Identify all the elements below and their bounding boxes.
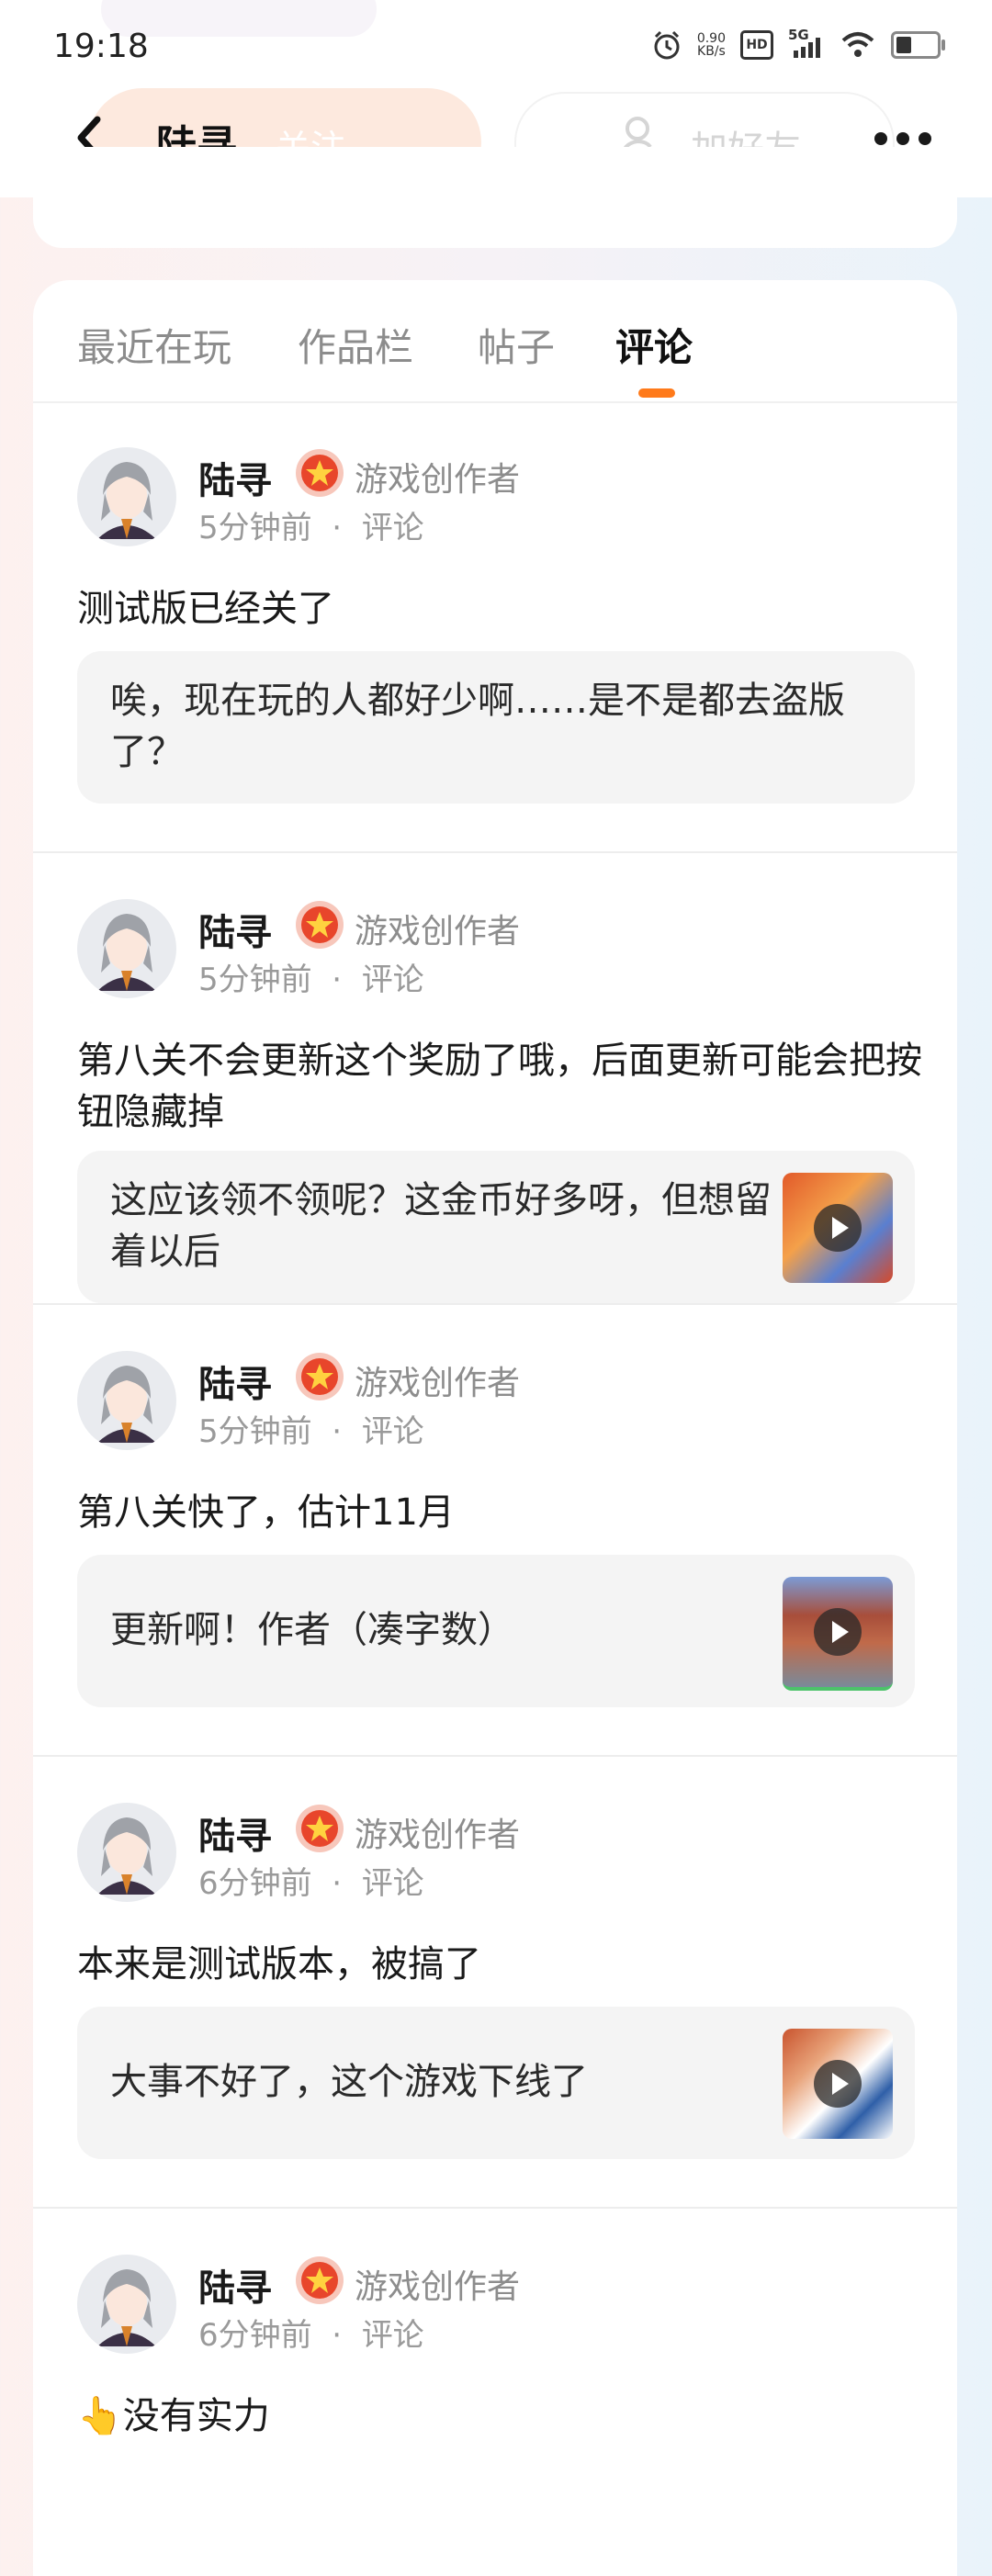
comment-author[interactable]: 陆寻 bbox=[198, 1355, 272, 1408]
comment-meta: 5分钟前 · 评论 bbox=[198, 1413, 424, 1450]
comment-item[interactable]: 陆寻 游戏创作者 6分钟前 · 评论 👆没有实力 bbox=[33, 2209, 957, 2576]
creator-badge-icon bbox=[296, 1805, 344, 1852]
wifi-icon bbox=[840, 30, 876, 60]
play-icon bbox=[814, 1204, 862, 1252]
hd-icon: HD bbox=[740, 30, 773, 60]
quoted-thumbnail[interactable] bbox=[783, 1577, 893, 1691]
avatar-image bbox=[77, 899, 176, 998]
quoted-text: 更新啊！作者（凑字数） bbox=[110, 1609, 514, 1651]
tab-comments[interactable]: 评论 bbox=[615, 317, 693, 373]
comment-meta: 5分钟前 · 评论 bbox=[198, 510, 424, 546]
quoted-text: 大事不好了，这个游戏下线了 bbox=[110, 2061, 588, 2103]
avatar-image bbox=[77, 1803, 176, 1902]
avatar-image bbox=[77, 447, 176, 546]
creator-badge-icon bbox=[296, 449, 344, 497]
more-button[interactable] bbox=[874, 129, 931, 149]
comment-item[interactable]: 陆寻 游戏创作者 5分钟前 · 评论 测试版已经关了 唉，现在玩的人都好少啊……… bbox=[33, 401, 957, 853]
quoted-text: 这应该领不领呢？这金币好多呀，但想留着以后 bbox=[110, 1179, 772, 1273]
comment-author[interactable]: 陆寻 bbox=[198, 451, 272, 504]
tab-works[interactable]: 作品栏 bbox=[298, 317, 413, 373]
comment-author[interactable]: 陆寻 bbox=[198, 903, 272, 956]
tab-posts[interactable]: 帖子 bbox=[478, 317, 555, 373]
comment-role: 游戏创作者 bbox=[355, 2268, 521, 2306]
comment-role: 游戏创作者 bbox=[355, 1365, 521, 1402]
quoted-thumbnail[interactable] bbox=[783, 2029, 893, 2139]
tab-bar: 最近在玩 作品栏 帖子 评论 bbox=[33, 280, 957, 403]
signal-icon: 5G bbox=[788, 27, 825, 60]
avatar-image bbox=[77, 1351, 176, 1450]
avatar[interactable] bbox=[77, 447, 176, 546]
comment-text: 第八关不会更新这个奖励了哦，后面更新可能会把按钮隐藏掉 bbox=[77, 1040, 922, 1133]
comment-item[interactable]: 陆寻 游戏创作者 6分钟前 · 评论 本来是测试版本，被搞了 大事不好了，这个游… bbox=[33, 1757, 957, 2209]
avatar[interactable] bbox=[77, 899, 176, 998]
play-icon bbox=[814, 1608, 862, 1656]
quoted-post[interactable]: 唉，现在玩的人都好少啊……是不是都去盗版了？ bbox=[77, 651, 915, 804]
comment-role: 游戏创作者 bbox=[355, 913, 521, 951]
quoted-post[interactable]: 大事不好了，这个游戏下线了 bbox=[77, 2007, 915, 2159]
comment-author[interactable]: 陆寻 bbox=[198, 2258, 272, 2312]
battery-icon bbox=[891, 31, 945, 59]
comment-author[interactable]: 陆寻 bbox=[198, 1806, 272, 1860]
status-icons: 0.90 KB/s HD 5G bbox=[651, 27, 945, 61]
comment-meta: 6分钟前 · 评论 bbox=[198, 2317, 424, 2354]
comment-item[interactable]: 陆寻 游戏创作者 5分钟前 · 评论 第八关快了，估计11月 更新啊！作者（凑字… bbox=[33, 1305, 957, 1757]
network-speed: 0.90 KB/s bbox=[696, 31, 726, 59]
profile-card-bottom bbox=[33, 147, 957, 248]
creator-badge-icon bbox=[296, 2256, 344, 2304]
comment-item[interactable]: 陆寻 游戏创作者 5分钟前 · 评论 第八关不会更新这个奖励了哦，后面更新可能会… bbox=[33, 853, 957, 1305]
status-time: 19:18 bbox=[53, 28, 149, 65]
avatar[interactable] bbox=[77, 1351, 176, 1450]
comment-text: 测试版已经关了 bbox=[77, 588, 334, 630]
comment-text: 本来是测试版本，被搞了 bbox=[77, 1943, 481, 1985]
creator-badge-icon bbox=[296, 901, 344, 949]
quoted-thumbnail[interactable] bbox=[783, 1173, 893, 1283]
quoted-post[interactable]: 这应该领不领呢？这金币好多呀，但想留着以后 bbox=[77, 1151, 915, 1303]
status-bar: 19:18 0.90 KB/s HD 5G bbox=[0, 0, 992, 96]
tab-active-indicator bbox=[638, 388, 675, 398]
quoted-text: 唉，现在玩的人都好少啊……是不是都去盗版了？ bbox=[110, 680, 845, 773]
quoted-post[interactable]: 更新啊！作者（凑字数） bbox=[77, 1555, 915, 1707]
tab-recently-played[interactable]: 最近在玩 bbox=[77, 317, 231, 373]
comment-meta: 5分钟前 · 评论 bbox=[198, 962, 424, 998]
comment-role: 游戏创作者 bbox=[355, 1817, 521, 1854]
play-icon bbox=[814, 2060, 862, 2108]
comment-text: 第八关快了，估计11月 bbox=[77, 1491, 455, 1534]
comment-text: 👆没有实力 bbox=[77, 2395, 270, 2437]
content-card: 最近在玩 作品栏 帖子 评论 陆寻 游戏创作者 5分钟前 · 评论 测试版已经关… bbox=[33, 280, 957, 2576]
comment-role: 游戏创作者 bbox=[355, 461, 521, 499]
comment-meta: 6分钟前 · 评论 bbox=[198, 1865, 424, 1902]
more-icon bbox=[874, 132, 887, 145]
creator-badge-icon bbox=[296, 1353, 344, 1400]
avatar[interactable] bbox=[77, 2255, 176, 2354]
avatar-image bbox=[77, 2255, 176, 2354]
avatar[interactable] bbox=[77, 1803, 176, 1902]
alarm-icon bbox=[651, 29, 682, 61]
